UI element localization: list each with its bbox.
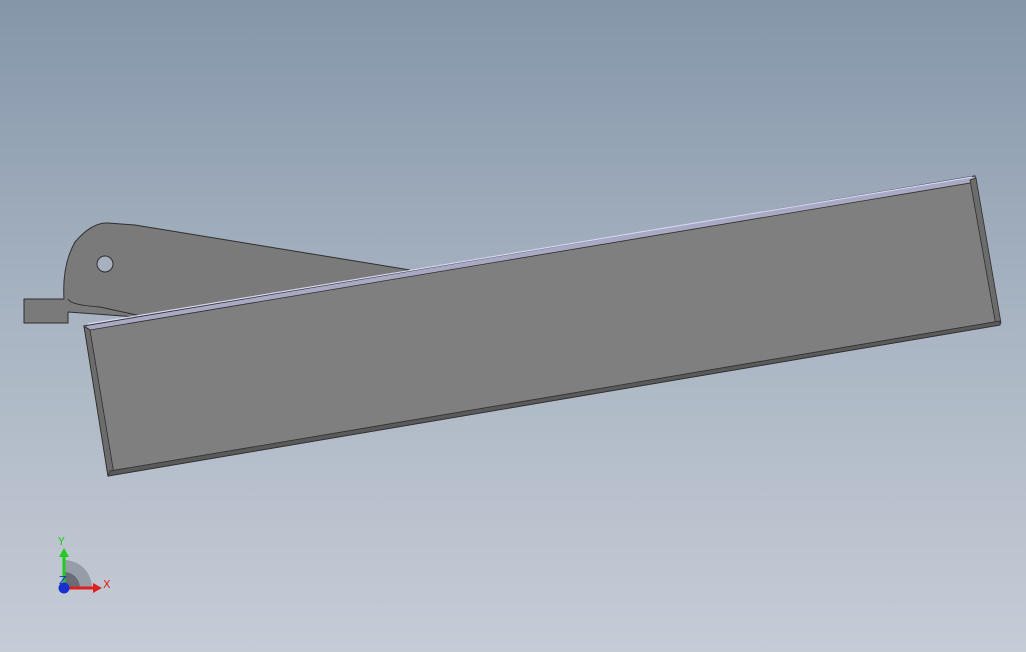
x-axis-label: X: [103, 578, 111, 591]
z-axis-label: Z: [59, 574, 67, 587]
pivot-hole[interactable]: [96, 255, 114, 273]
y-axis-arrow: [59, 548, 69, 557]
cad-viewport[interactable]: Y X Z: [0, 0, 1026, 652]
beam-front-face: [83, 175, 1001, 477]
axis-triad: Y X Z: [57, 535, 111, 594]
channel-beam[interactable]: [82, 175, 1002, 477]
y-axis-label: Y: [57, 535, 65, 548]
model-scene[interactable]: Y X Z: [0, 0, 1026, 652]
x-axis-arrow: [93, 583, 102, 593]
